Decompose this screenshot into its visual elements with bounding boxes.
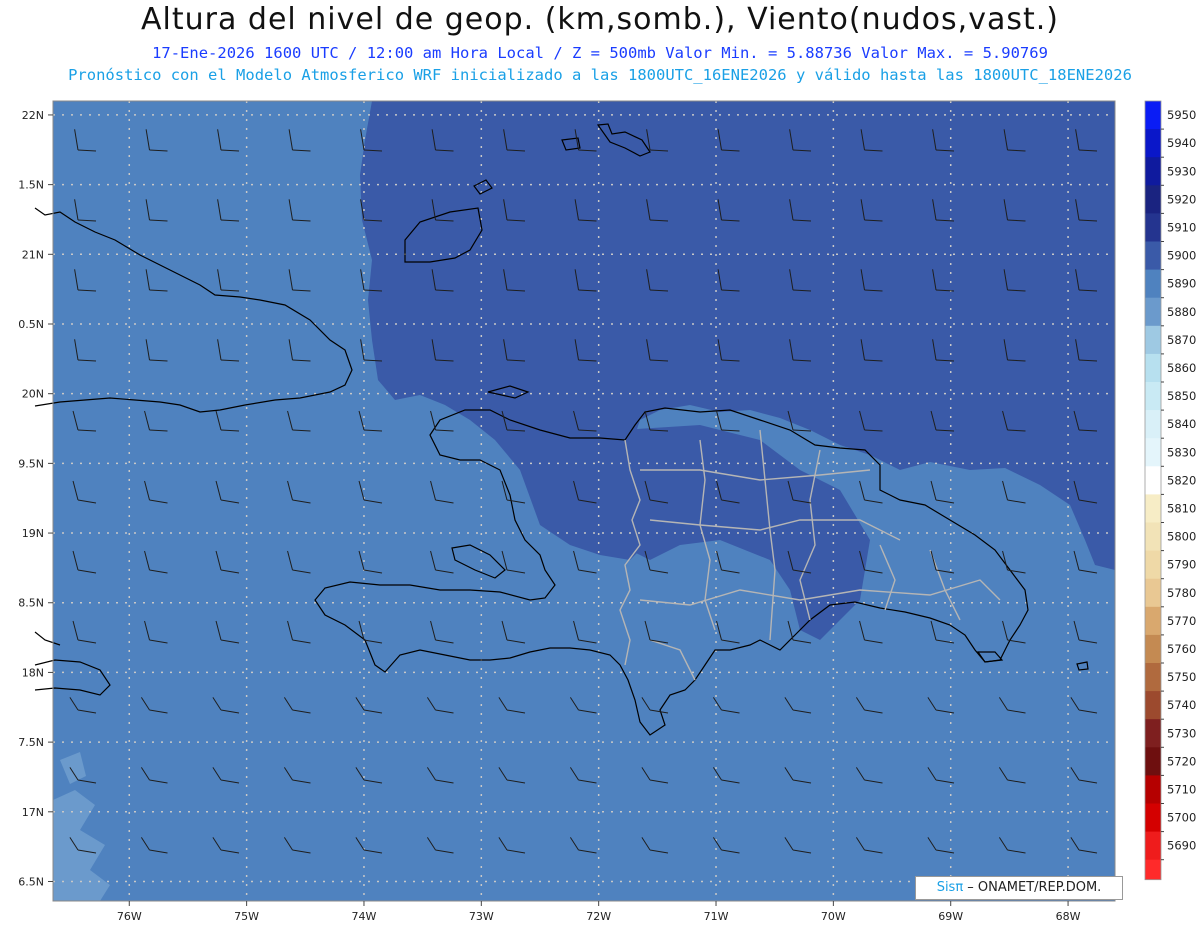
colorbar-swatch [1145, 606, 1161, 636]
colorbar-label: 5700 [1167, 811, 1196, 825]
colorbar-swatch [1145, 438, 1161, 467]
lat-tick-label: 22N [22, 109, 44, 122]
colorbar-label: 5900 [1167, 249, 1196, 263]
colorbar-label: 5710 [1167, 783, 1196, 797]
colorbar-swatch [1145, 297, 1161, 327]
lon-tick-label: 68W [1056, 910, 1081, 923]
colorbar-label: 5740 [1167, 698, 1196, 712]
lat-tick-label: 19N [22, 527, 44, 540]
sispi-logo: Sisπ [936, 880, 964, 895]
colorbar-label: 5780 [1167, 586, 1196, 600]
lat-tick-label: 0.5N [18, 318, 44, 331]
colorbar-swatch [1145, 101, 1161, 130]
lat-tick-label: 1.5N [18, 179, 44, 192]
colorbar-label: 5750 [1167, 670, 1196, 684]
lat-tick-label: 17N [22, 806, 44, 819]
colorbar-label: 5720 [1167, 754, 1196, 768]
colorbar-swatch [1145, 466, 1161, 495]
colorbar-label: 5940 [1167, 136, 1196, 150]
colorbar-swatch [1145, 691, 1161, 720]
colorbar-swatch [1145, 325, 1161, 355]
lat-tick-label: 7.5N [18, 736, 44, 749]
colorbar-swatch [1145, 831, 1161, 861]
colorbar-label: 5730 [1167, 726, 1196, 740]
lon-tick-label: 71W [704, 910, 729, 923]
colorbar-swatch [1145, 550, 1161, 580]
colorbar-swatch [1145, 185, 1161, 214]
colorbar-label: 5910 [1167, 221, 1196, 235]
lon-tick-label: 75W [234, 910, 259, 923]
colorbar: 5950 5940 5930 5920 5910 5900 5890 5880 5870 5860… [1144, 100, 1196, 881]
colorbar-label: 5830 [1167, 445, 1196, 459]
colorbar-label: 5840 [1167, 417, 1196, 431]
lat-tick-label: 21N [22, 248, 44, 261]
colorbar-swatch [1145, 213, 1161, 242]
colorbar-swatch [1145, 719, 1161, 748]
colorbar-label: 5880 [1167, 305, 1196, 319]
colorbar-label: 5690 [1167, 839, 1196, 853]
colorbar-label: 5810 [1167, 502, 1196, 516]
lon-tick-label: 72W [586, 910, 611, 923]
colorbar-swatch [1145, 129, 1161, 158]
colorbar-label: 5930 [1167, 164, 1196, 178]
colorbar-label: 5820 [1167, 473, 1196, 487]
credit-box: Sisπ – ONAMET/REP.DOM. [915, 876, 1123, 900]
colorbar-swatch [1145, 157, 1161, 186]
forecast-map: 22N 1.5N 21N 0.5N 20N 9.5N 19N 8.5N 18N 7.5N 17N 6.… [18, 100, 1196, 923]
colorbar-swatch [1145, 663, 1161, 692]
colorbar-label: 5770 [1167, 614, 1196, 628]
colorbar-swatch-bottom [1145, 859, 1161, 880]
lat-tick-label: 9.5N [18, 457, 44, 470]
longitude-axis: 76W 75W 74W 73W 72W 71W 70W 69W 68W [117, 901, 1081, 923]
lat-tick-label: 20N [22, 388, 44, 401]
lat-tick-label: 8.5N [18, 597, 44, 610]
lon-tick-label: 74W [352, 910, 377, 923]
lon-tick-label: 69W [938, 910, 963, 923]
colorbar-swatch [1145, 410, 1161, 439]
colorbar-label: 5760 [1167, 642, 1196, 656]
map-title: Altura del nivel de geop. (km,somb.), Vi… [141, 2, 1059, 37]
colorbar-label: 5870 [1167, 333, 1196, 347]
latitude-axis: 22N 1.5N 21N 0.5N 20N 9.5N 19N 8.5N 18N 7.5N 17N 6.… [18, 109, 53, 888]
colorbar-label: 5920 [1167, 192, 1196, 206]
colorbar-swatch [1145, 578, 1161, 608]
lon-tick-label: 76W [117, 910, 142, 923]
colorbar-swatch [1145, 494, 1161, 523]
lon-tick-label: 70W [821, 910, 846, 923]
colorbar-swatch [1145, 522, 1161, 552]
colorbar-swatch [1145, 775, 1161, 804]
colorbar-swatch [1145, 747, 1161, 776]
colorbar-swatch [1145, 803, 1161, 833]
colorbar-label: 5950 [1167, 108, 1196, 122]
map-plot-area [34, 101, 1115, 901]
forecast-valid-time: 17-Ene-2026 1600 UTC / 12:00 am Hora Loc… [152, 44, 1048, 62]
credit-text: ONAMET/REP.DOM. [977, 880, 1102, 895]
lat-tick-label: 18N [22, 666, 44, 679]
colorbar-swatch [1145, 634, 1161, 664]
model-run-info: Pronóstico con el Modelo Atmosferico WRF… [68, 66, 1132, 84]
colorbar-swatch [1145, 269, 1161, 299]
colorbar-label: 5850 [1167, 389, 1196, 403]
colorbar-label: 5860 [1167, 361, 1196, 375]
colorbar-swatch [1145, 241, 1161, 271]
lat-tick-label: 6.5N [18, 875, 44, 888]
lon-tick-label: 73W [469, 910, 494, 923]
colorbar-label: 5790 [1167, 558, 1196, 572]
colorbar-label: 5890 [1167, 277, 1196, 291]
colorbar-swatch [1145, 353, 1161, 383]
colorbar-swatch [1145, 382, 1161, 411]
colorbar-label: 5800 [1167, 530, 1196, 544]
